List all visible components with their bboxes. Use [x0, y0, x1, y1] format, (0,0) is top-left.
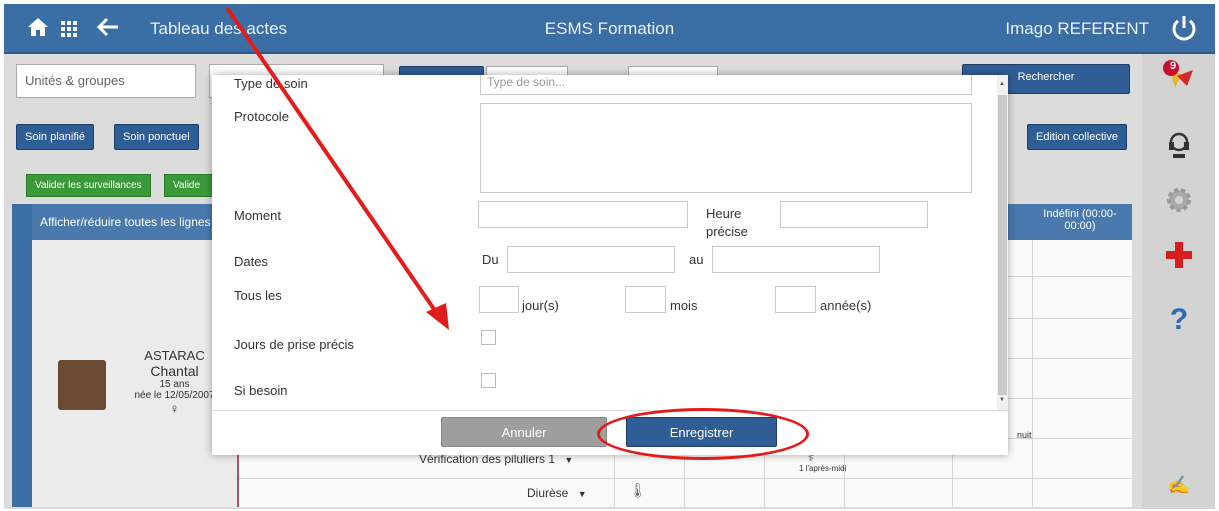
type-soin-input[interactable]: Type de soin...	[480, 75, 972, 95]
signature-icon[interactable]: ✍	[1156, 464, 1202, 506]
user-name[interactable]: Imago REFERENT	[1005, 19, 1149, 39]
care-form-dialog: Type de soin Type de soin... Protocole M…	[212, 75, 1008, 455]
dates-label: Dates	[234, 254, 268, 269]
scroll-up-icon[interactable]: ▲	[999, 81, 1005, 87]
protocole-label: Protocole	[234, 109, 289, 124]
si-besoin-label: Si besoin	[234, 383, 288, 398]
scroll-down-icon[interactable]: ▼	[999, 397, 1005, 403]
top-bar: Tableau des actes ESMS Formation Imago R…	[4, 4, 1215, 54]
toggle-rows-label[interactable]: Afficher/réduire toutes les lignes	[40, 215, 211, 229]
tous-les-label: Tous les	[234, 288, 282, 303]
jours-precis-label: Jours de prise précis	[234, 337, 354, 352]
annees-label: année(s)	[820, 298, 872, 313]
validate-button[interactable]: Valide	[164, 174, 214, 197]
soin-ponctuel-button[interactable]: Soin ponctuel	[114, 124, 199, 150]
thermometer-icon: 🌡	[629, 482, 647, 498]
alerts-flag-icon[interactable]: 9	[1156, 54, 1202, 96]
patient-card[interactable]: ASTARAC Chantal 15 ans née le 12/05/2007…	[32, 240, 239, 507]
moment-input[interactable]	[478, 201, 688, 228]
si-besoin-checkbox[interactable]	[481, 373, 496, 388]
gear-icon[interactable]	[1156, 179, 1202, 221]
type-soin-label: Type de soin	[234, 76, 308, 91]
months-input[interactable]	[625, 286, 666, 313]
date-to-input[interactable]	[712, 246, 880, 273]
help-icon[interactable]: ?	[1156, 299, 1202, 341]
right-sidebar: 9 ? ✍	[1142, 54, 1215, 509]
au-label: au	[689, 252, 704, 267]
highlight-ellipse	[597, 408, 809, 460]
support-headset-icon[interactable]	[1156, 124, 1202, 166]
heure-precise-label: Heure précise	[706, 206, 748, 239]
soin-planifie-button[interactable]: Soin planifié	[16, 124, 94, 150]
edition-collective-button[interactable]: Edition collective	[1027, 124, 1127, 150]
alerts-badge: 9	[1170, 60, 1177, 72]
days-input[interactable]	[479, 286, 519, 313]
years-input[interactable]	[775, 286, 816, 313]
col-indefini: Indéfini (00:00-00:00)	[1043, 208, 1117, 232]
units-groups-field[interactable]: Unités & groupes	[16, 64, 196, 98]
nuit-label: nuit	[1017, 430, 1032, 440]
form-scroll-area: Type de soin Type de soin... Protocole M…	[212, 75, 1008, 410]
dropdown-arrow-icon[interactable]: ▼	[578, 489, 587, 499]
row-note: 1 l'après-midi	[799, 464, 847, 473]
jours-label: jour(s)	[522, 298, 559, 313]
avatar	[58, 360, 106, 410]
du-label: Du	[482, 252, 499, 267]
date-from-input[interactable]	[507, 246, 675, 273]
collapse-strip[interactable]	[12, 204, 32, 507]
heure-precise-input[interactable]	[780, 201, 928, 228]
red-cross-icon[interactable]	[1156, 234, 1202, 276]
scroll-thumb[interactable]	[998, 95, 1007, 395]
cancel-button[interactable]: Annuler	[441, 417, 607, 447]
jours-precis-checkbox[interactable]	[481, 330, 496, 345]
form-scrollbar[interactable]: ▲ ▼	[997, 75, 1008, 410]
validate-surveillances-button[interactable]: Valider les surveillances	[26, 174, 151, 197]
mois-label: mois	[670, 298, 698, 313]
row-label: Diurèse	[527, 486, 569, 500]
protocole-textarea[interactable]	[480, 103, 972, 193]
table-row[interactable]: Diurèse ▼	[527, 486, 587, 500]
power-icon[interactable]	[1169, 13, 1199, 43]
dropdown-arrow-icon[interactable]: ▼	[564, 455, 573, 465]
moment-label: Moment	[234, 208, 281, 223]
